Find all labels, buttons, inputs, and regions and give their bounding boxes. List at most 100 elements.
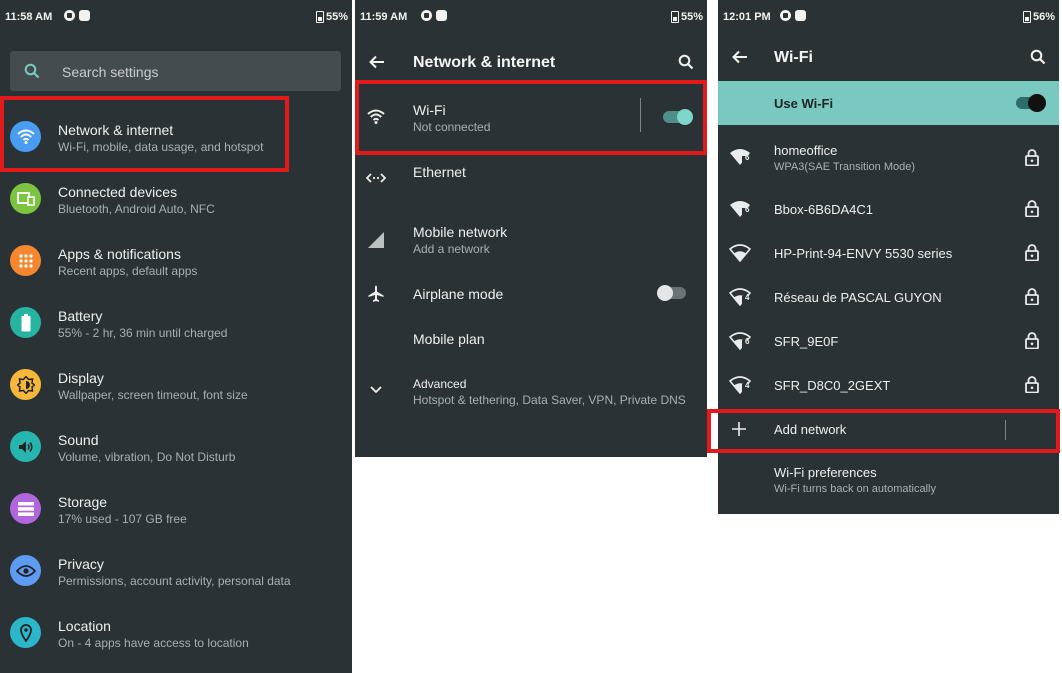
network-name: Bbox-6B6DA4C1 [774, 202, 873, 217]
network-name: homeoffice [774, 143, 838, 158]
settings-item-storage[interactable]: Storage 17% used - 107 GB free [0, 484, 352, 544]
status-bar: 11:59 AM 55% [355, 0, 707, 36]
sound-icon [10, 431, 41, 462]
wifi-badge: 4 [745, 293, 750, 302]
lock-icon [1025, 332, 1039, 349]
status-bar: 11:58 AM 55% [0, 0, 352, 36]
status-time: 12:01 PM [723, 11, 771, 23]
settings-item-battery[interactable]: Battery 55% - 2 hr, 36 min until charged [0, 298, 352, 358]
settings-item-display[interactable]: Display Wallpaper, screen timeout, font … [0, 360, 352, 420]
airplane-mode-toggle[interactable] [657, 285, 687, 301]
battery-percent: 55% [680, 11, 703, 23]
settings-item-title: Location [58, 618, 111, 634]
mobile-plan-item[interactable]: Mobile plan [355, 322, 707, 362]
settings-item-title: Connected devices [58, 184, 178, 200]
page-title: Wi-Fi [774, 49, 813, 66]
search-icon[interactable] [1030, 49, 1046, 65]
mobile-network-item[interactable]: Mobile network Add a network [355, 214, 707, 270]
settings-item-connected-devices[interactable]: Connected devices Bluetooth, Android Aut… [0, 174, 352, 234]
ethernet-title: Ethernet [413, 164, 466, 180]
notification-icon [421, 10, 432, 21]
search-icon [24, 63, 40, 79]
cell-signal-icon [368, 232, 384, 248]
devices-icon [10, 183, 41, 214]
lock-icon [1025, 376, 1039, 393]
settings-item-title: Battery [58, 308, 103, 324]
settings-item-subtitle: Recent apps, default apps [58, 264, 198, 278]
location-icon [10, 617, 41, 648]
airplane-mode-title: Airplane mode [413, 286, 504, 302]
use-wifi-bar[interactable]: Use Wi-Fi [718, 81, 1059, 125]
network-internet-panel: 11:59 AM 55% Network & internet Wi-Fi No… [355, 0, 707, 457]
advanced-subtitle: Hotspot & tethering, Data Saver, VPN, Pr… [413, 393, 686, 407]
mobile-plan-title: Mobile plan [413, 331, 485, 347]
network-subtitle: WPA3(SAE Transition Mode) [774, 161, 916, 173]
network-name: SFR_9E0F [774, 334, 839, 349]
settings-item-privacy[interactable]: Privacy Permissions, account activity, p… [0, 546, 352, 606]
wifi-preferences-subtitle: Wi-Fi turns back on automatically [774, 483, 936, 495]
mobile-network-title: Mobile network [413, 224, 508, 240]
airplane-mode-item[interactable]: Airplane mode [355, 276, 707, 316]
back-arrow-icon[interactable] [732, 50, 748, 64]
settings-item-subtitle: Bluetooth, Android Auto, NFC [58, 202, 215, 216]
battery-status-icon [315, 11, 324, 23]
airplane-icon [368, 285, 384, 302]
settings-item-title: Sound [58, 432, 99, 448]
notification-square-icon [79, 10, 90, 21]
settings-item-title: Storage [58, 494, 108, 510]
network-name: SFR_D8C0_2GEXT [774, 378, 891, 393]
wifi-network-row[interactable]: 6 SFR_9E0F [718, 319, 1059, 363]
highlight-box [707, 409, 1060, 453]
battery-status-icon [1022, 11, 1031, 23]
lock-icon [1025, 149, 1039, 166]
settings-item-sound[interactable]: Sound Volume, vibration, Do Not Disturb [0, 422, 352, 482]
ethernet-item[interactable]: Ethernet [355, 152, 707, 208]
display-icon [10, 369, 41, 400]
lock-icon [1025, 200, 1039, 217]
network-name: Réseau de PASCAL GUYON [774, 290, 942, 305]
settings-item-apps[interactable]: Apps & notifications Recent apps, defaul… [0, 236, 352, 296]
wifi-network-row[interactable]: 6 Bbox-6B6DA4C1 [718, 187, 1059, 231]
wifi-preferences-title: Wi-Fi preferences [774, 465, 877, 480]
settings-panel: 11:58 AM 55% Search settings Network & i… [0, 0, 352, 673]
advanced-title: Advanced [413, 377, 467, 391]
wifi-network-row[interactable]: 6 homeoffice WPA3(SAE Transition Mode) [718, 134, 1059, 182]
settings-item-subtitle: 17% used - 107 GB free [58, 512, 187, 526]
settings-item-title: Privacy [58, 556, 104, 572]
settings-item-subtitle: On - 4 apps have access to location [58, 636, 249, 650]
search-placeholder: Search settings [62, 64, 159, 80]
wifi-network-row[interactable]: 4 Réseau de PASCAL GUYON [718, 275, 1059, 319]
back-arrow-icon[interactable] [369, 55, 385, 69]
settings-item-title: Apps & notifications [58, 246, 181, 262]
use-wifi-toggle[interactable] [1016, 94, 1046, 112]
wifi-preferences-item[interactable]: Wi-Fi preferences Wi-Fi turns back on au… [718, 456, 1059, 504]
notification-square-icon [436, 10, 447, 21]
battery-percent: 55% [325, 11, 348, 23]
wifi-network-row[interactable]: 4 SFR_D8C0_2GEXT [718, 363, 1059, 407]
page-title: Network & internet [413, 54, 556, 71]
settings-item-location[interactable]: Location On - 4 apps have access to loca… [0, 608, 352, 668]
settings-item-subtitle: Wallpaper, screen timeout, font size [58, 388, 248, 402]
wifi-badge: 6 [745, 153, 750, 162]
search-bar[interactable]: Search settings [10, 51, 341, 91]
chevron-down-icon [370, 386, 382, 394]
network-name: HP-Print-94-ENVY 5530 series [774, 246, 953, 261]
status-bar: 12:01 PM 56% [718, 0, 1059, 36]
battery-percent: 56% [1032, 11, 1055, 23]
notification-icon [780, 10, 791, 21]
storage-icon [10, 493, 41, 524]
wifi-network-row[interactable]: HP-Print-94-ENVY 5530 series [718, 231, 1059, 275]
highlight-box [0, 96, 289, 172]
wifi-signal-icon [729, 244, 751, 262]
lock-icon [1025, 288, 1039, 305]
settings-item-subtitle: 55% - 2 hr, 36 min until charged [58, 326, 228, 340]
notification-icon [64, 10, 75, 21]
search-icon[interactable] [678, 54, 694, 70]
advanced-item[interactable]: Advanced Hotspot & tethering, Data Saver… [355, 370, 707, 418]
privacy-icon [10, 555, 41, 586]
settings-item-subtitle: Permissions, account activity, personal … [58, 574, 291, 588]
use-wifi-label: Use Wi-Fi [774, 96, 834, 111]
settings-item-subtitle: Volume, vibration, Do Not Disturb [58, 450, 236, 464]
status-time: 11:58 AM [5, 11, 53, 23]
wifi-badge: 6 [745, 205, 750, 214]
